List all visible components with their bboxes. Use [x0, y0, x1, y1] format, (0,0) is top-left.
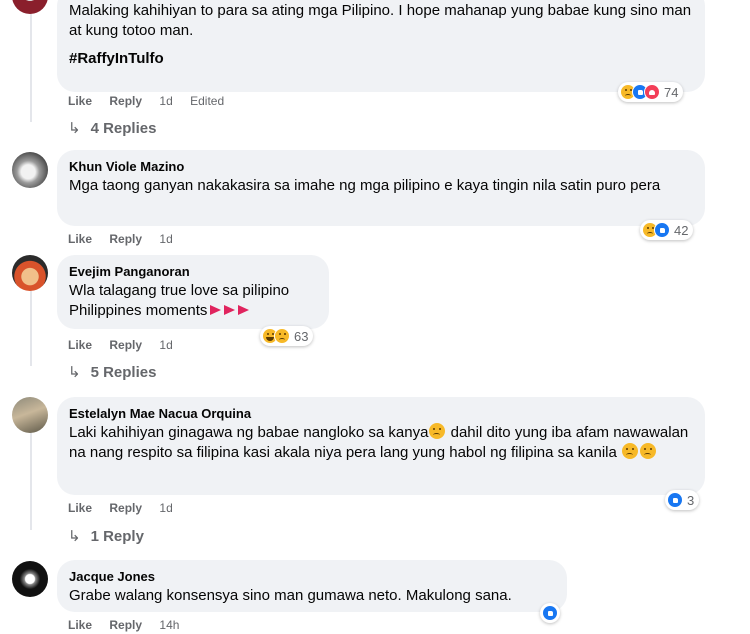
like-button[interactable]: Like [68, 501, 92, 515]
reaction-summary[interactable]: 3 [665, 490, 700, 510]
avatar[interactable] [12, 255, 48, 291]
comment-text: Philippines moments [69, 302, 208, 319]
timestamp[interactable]: 1d [159, 501, 172, 515]
reply-button[interactable]: Reply [109, 338, 142, 352]
comment-text-line: Philippines moments [69, 301, 317, 321]
comment-text: Mga taong ganyan nakakasira sa imahe ng … [69, 177, 661, 194]
replies-label: 5 Replies [90, 364, 157, 381]
comment-bubble: Estelalyn Mae Nacua Orquina Laki kahihiy… [57, 397, 705, 495]
reply-button[interactable]: Reply [109, 232, 142, 246]
reply-button[interactable]: Reply [109, 618, 142, 632]
reaction-count: 3 [687, 492, 695, 508]
thread-line [30, 290, 32, 366]
reaction-summary[interactable]: 74 [618, 82, 684, 102]
like-button[interactable]: Like [68, 338, 92, 352]
comment-text: Laki kahihiyan ginagawa ng babae nanglok… [69, 423, 694, 463]
like-reaction-icon [667, 492, 683, 508]
view-replies-link[interactable]: ↳ 1 Reply [68, 527, 144, 547]
flag-emoji-icon [210, 305, 222, 315]
reaction-count: 63 [294, 328, 309, 344]
thread-line [30, 432, 32, 530]
love-reaction-icon [644, 84, 660, 100]
reply-arrow-icon: ↳ [68, 120, 81, 137]
view-replies-link[interactable]: ↳ 5 Replies [68, 363, 156, 383]
like-reaction-icon [654, 222, 670, 238]
timestamp[interactable]: 1d [159, 232, 172, 246]
comment-actions: Like Reply 1d [68, 231, 187, 247]
comment-author[interactable]: Khun Viole Mazino [69, 158, 693, 175]
like-reaction-icon [542, 605, 558, 621]
comment-text: Malaking kahihiyan to para sa ating mga … [69, 2, 692, 39]
edited-label: Edited [190, 94, 225, 108]
timestamp[interactable]: 1d [159, 94, 172, 108]
sad-reaction-icon [274, 328, 290, 344]
comment-author[interactable]: Jacque Jones [69, 568, 555, 585]
comment-actions: Like Reply 1d [68, 500, 187, 516]
comment-text-part: Laki kahihiyan ginagawa ng babae nanglok… [69, 424, 429, 441]
comment-bubble: Jacque Jones Grabe walang konsensya sino… [57, 560, 567, 612]
replies-label: 4 Replies [90, 120, 157, 137]
sad-face-emoji-icon [429, 423, 446, 439]
reaction-count: 42 [674, 222, 689, 238]
reaction-summary[interactable]: 63 [260, 326, 314, 346]
reaction-summary[interactable]: 42 [640, 220, 694, 240]
reply-button[interactable]: Reply [109, 94, 142, 108]
reply-button[interactable]: Reply [109, 501, 142, 515]
sad-face-emoji-icon [640, 443, 657, 459]
comment-actions: Like Reply 14h [68, 617, 193, 633]
comment-author[interactable]: Evejim Panganoran [69, 263, 317, 280]
reaction-summary[interactable] [540, 603, 560, 623]
hashtag-link[interactable]: #RaffyInTulfo [69, 49, 693, 69]
comment-text-line: Wla talagang true love sa pilipino [69, 282, 290, 299]
avatar[interactable] [12, 561, 48, 597]
reaction-count: 74 [664, 84, 679, 100]
sad-face-emoji-icon [622, 443, 639, 459]
avatar[interactable] [12, 0, 48, 14]
reply-arrow-icon: ↳ [68, 364, 81, 381]
avatar[interactable] [12, 397, 48, 433]
comment-bubble: Malaking kahihiyan to para sa ating mga … [57, 0, 705, 92]
like-button[interactable]: Like [68, 94, 92, 108]
timestamp[interactable]: 1d [159, 338, 172, 352]
like-button[interactable]: Like [68, 618, 92, 632]
comment-bubble: Khun Viole Mazino Mga taong ganyan nakak… [57, 150, 705, 226]
view-replies-link[interactable]: ↳ 4 Replies [68, 119, 156, 139]
reply-arrow-icon: ↳ [68, 528, 81, 545]
comment-text: Grabe walang konsensya sino man gumawa n… [69, 587, 512, 604]
replies-label: 1 Reply [90, 528, 144, 545]
avatar[interactable] [12, 152, 48, 188]
like-button[interactable]: Like [68, 232, 92, 246]
flag-emoji-icon [238, 305, 250, 315]
thread-line [30, 0, 32, 122]
comment-actions: Like Reply 1d Edited [68, 93, 238, 109]
comment-actions: Like Reply 1d [68, 337, 187, 353]
comment-author[interactable]: Estelalyn Mae Nacua Orquina [69, 405, 693, 422]
timestamp[interactable]: 14h [159, 618, 179, 632]
flag-emoji-icon [224, 305, 236, 315]
comment-bubble: Evejim Panganoran Wla talagang true love… [57, 255, 329, 329]
